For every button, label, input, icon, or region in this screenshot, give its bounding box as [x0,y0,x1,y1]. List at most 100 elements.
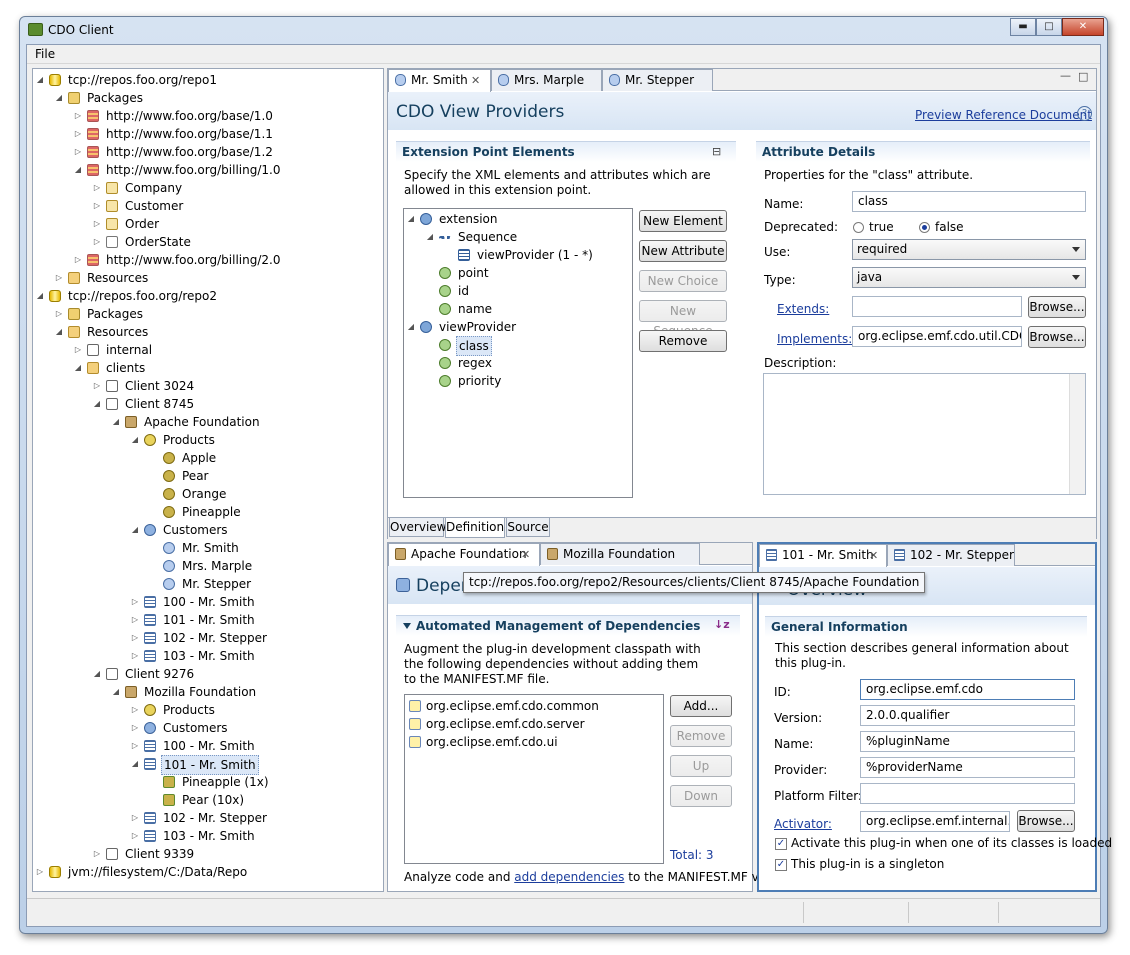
name-field[interactable]: %pluginName [860,731,1075,752]
collapsed-arrow-icon[interactable]: ▷ [54,305,64,323]
add-dependencies-link[interactable]: add dependencies [514,870,624,884]
add-button[interactable]: Add... [670,695,732,717]
minimize-view-icon[interactable]: — [1060,69,1071,82]
activator-link[interactable]: Activator: [774,817,832,831]
expanded-arrow-icon[interactable]: ◢ [406,318,416,336]
collapsed-arrow-icon[interactable]: ▷ [130,593,140,611]
collapsed-arrow-icon[interactable]: ▷ [73,107,83,125]
implements-browse-button[interactable]: Browse... [1028,326,1086,348]
remove-button[interactable]: Remove [670,725,732,747]
tab-close-icon[interactable]: ✕ [471,70,480,91]
menu-file[interactable]: File [35,47,55,61]
new-choice-button[interactable]: New Choice [639,270,727,292]
description-textarea[interactable] [763,373,1086,495]
implements-link[interactable]: Implements: [777,332,852,346]
tab-mr-stepper[interactable]: Mr. Stepper [602,69,713,91]
tab-mozilla-foundation[interactable]: Mozilla Foundation [540,543,700,565]
activator-browse-button[interactable]: Browse... [1017,810,1075,832]
maximize-button[interactable]: □ [1036,18,1062,36]
expanded-arrow-icon[interactable]: ◢ [92,395,102,413]
tab-102-mr-stepper[interactable]: 102 - Mr. Stepper [887,544,1015,566]
name-field[interactable]: class [852,191,1086,212]
tab-mr-smith[interactable]: Mr. Smith ✕ [388,69,491,92]
new-element-button[interactable]: New Element [639,210,727,232]
expanded-arrow-icon[interactable]: ◢ [111,413,121,431]
activate-on-load-checkbox[interactable]: ✓ [775,838,787,850]
expanded-arrow-icon[interactable]: ◢ [425,228,435,246]
collapse-section-icon[interactable] [403,623,411,629]
expanded-arrow-icon[interactable]: ◢ [35,71,45,89]
activator-field[interactable]: org.eclipse.emf.internal.cdo [860,811,1010,832]
expanded-arrow-icon[interactable]: ◢ [92,665,102,683]
collapsed-arrow-icon[interactable]: ▷ [54,269,64,287]
tab-mrs-marple[interactable]: Mrs. Marple [491,69,602,91]
new-attribute-button[interactable]: New Attribute [639,240,727,262]
tab-apache-foundation[interactable]: Apache Foundation ✕ [388,543,540,566]
platform-filter-field[interactable] [860,783,1075,804]
dependencies-list[interactable]: org.eclipse.emf.cdo.common org.eclipse.e… [404,694,664,864]
expanded-arrow-icon[interactable]: ◢ [130,521,140,539]
extends-browse-button[interactable]: Browse... [1028,296,1086,318]
tab-overview[interactable]: Overview [389,518,447,537]
expanded-arrow-icon[interactable]: ◢ [54,89,64,107]
collapsed-arrow-icon[interactable]: ▷ [73,143,83,161]
collapsed-arrow-icon[interactable]: ▷ [73,251,83,269]
tab-close-icon[interactable]: ✕ [521,544,530,565]
id-field[interactable]: org.eclipse.emf.cdo [860,679,1075,700]
tab-101-mr-smith[interactable]: 101 - Mr. Smith ✕ [759,544,887,567]
collapsed-arrow-icon[interactable]: ▷ [92,845,102,863]
collapsed-arrow-icon[interactable]: ▷ [130,737,140,755]
expanded-arrow-icon[interactable]: ◢ [130,755,140,773]
collapsed-arrow-icon[interactable]: ▷ [92,215,102,233]
up-button[interactable]: Up [670,755,732,777]
collapsed-arrow-icon[interactable]: ▷ [130,629,140,647]
description-scrollbar[interactable] [1069,374,1085,494]
collapse-all-icon[interactable]: ⊟ [712,145,721,158]
collapsed-arrow-icon[interactable]: ▷ [92,179,102,197]
extends-link[interactable]: Extends: [777,302,829,316]
collapsed-arrow-icon [149,791,159,809]
minimize-button[interactable]: ▬ [1010,18,1036,36]
expanded-arrow-icon[interactable]: ◢ [35,287,45,305]
expanded-arrow-icon[interactable]: ◢ [406,210,416,228]
app-icon [28,23,43,36]
collapsed-arrow-icon[interactable]: ▷ [130,701,140,719]
singleton-checkbox[interactable]: ✓ [775,859,787,871]
deprecated-false-radio[interactable] [919,222,930,233]
deprecated-true-radio[interactable] [853,222,864,233]
grammar-tree[interactable]: ◢ extension ◢ Sequence viewProvider (1 - *) p… [403,208,633,498]
tab-source[interactable]: Source [506,518,550,537]
collapsed-arrow-icon[interactable]: ▷ [35,863,45,881]
collapsed-arrow-icon[interactable]: ▷ [130,611,140,629]
collapsed-arrow-icon[interactable]: ▷ [92,377,102,395]
expanded-arrow-icon[interactable]: ◢ [73,161,83,179]
tab-close-icon[interactable]: ✕ [869,545,878,566]
collapsed-arrow-icon[interactable]: ▷ [92,197,102,215]
collapsed-arrow-icon[interactable]: ▷ [92,233,102,251]
new-sequence-button[interactable]: New Sequence [639,300,727,338]
use-select[interactable]: required [852,239,1086,260]
expanded-arrow-icon[interactable]: ◢ [54,323,64,341]
collapsed-arrow-icon[interactable]: ▷ [73,125,83,143]
collapsed-arrow-icon[interactable]: ▷ [130,809,140,827]
collapsed-arrow-icon[interactable]: ▷ [130,719,140,737]
tab-definition[interactable]: Definition [445,518,505,538]
expanded-arrow-icon[interactable]: ◢ [73,359,83,377]
help-icon[interactable]: ? [1077,106,1092,121]
type-select[interactable]: java [852,267,1086,288]
expanded-arrow-icon[interactable]: ◢ [130,431,140,449]
provider-field[interactable]: %providerName [860,757,1075,778]
implements-field[interactable]: org.eclipse.emf.cdo.util.CDOVi [852,326,1022,347]
extends-field[interactable] [852,296,1022,317]
collapsed-arrow-icon[interactable]: ▷ [130,827,140,845]
down-button[interactable]: Down [670,785,732,807]
maximize-view-icon[interactable]: □ [1078,70,1088,83]
close-button[interactable]: ✕ [1062,18,1104,36]
sort-alphabetically-icon[interactable]: ↓z [714,618,730,631]
preview-reference-link[interactable]: Preview Reference Document [915,108,1092,122]
version-field[interactable]: 2.0.0.qualifier [860,705,1075,726]
expanded-arrow-icon[interactable]: ◢ [111,683,121,701]
remove-button[interactable]: Remove [639,330,727,352]
collapsed-arrow-icon[interactable]: ▷ [73,341,83,359]
collapsed-arrow-icon[interactable]: ▷ [130,647,140,665]
